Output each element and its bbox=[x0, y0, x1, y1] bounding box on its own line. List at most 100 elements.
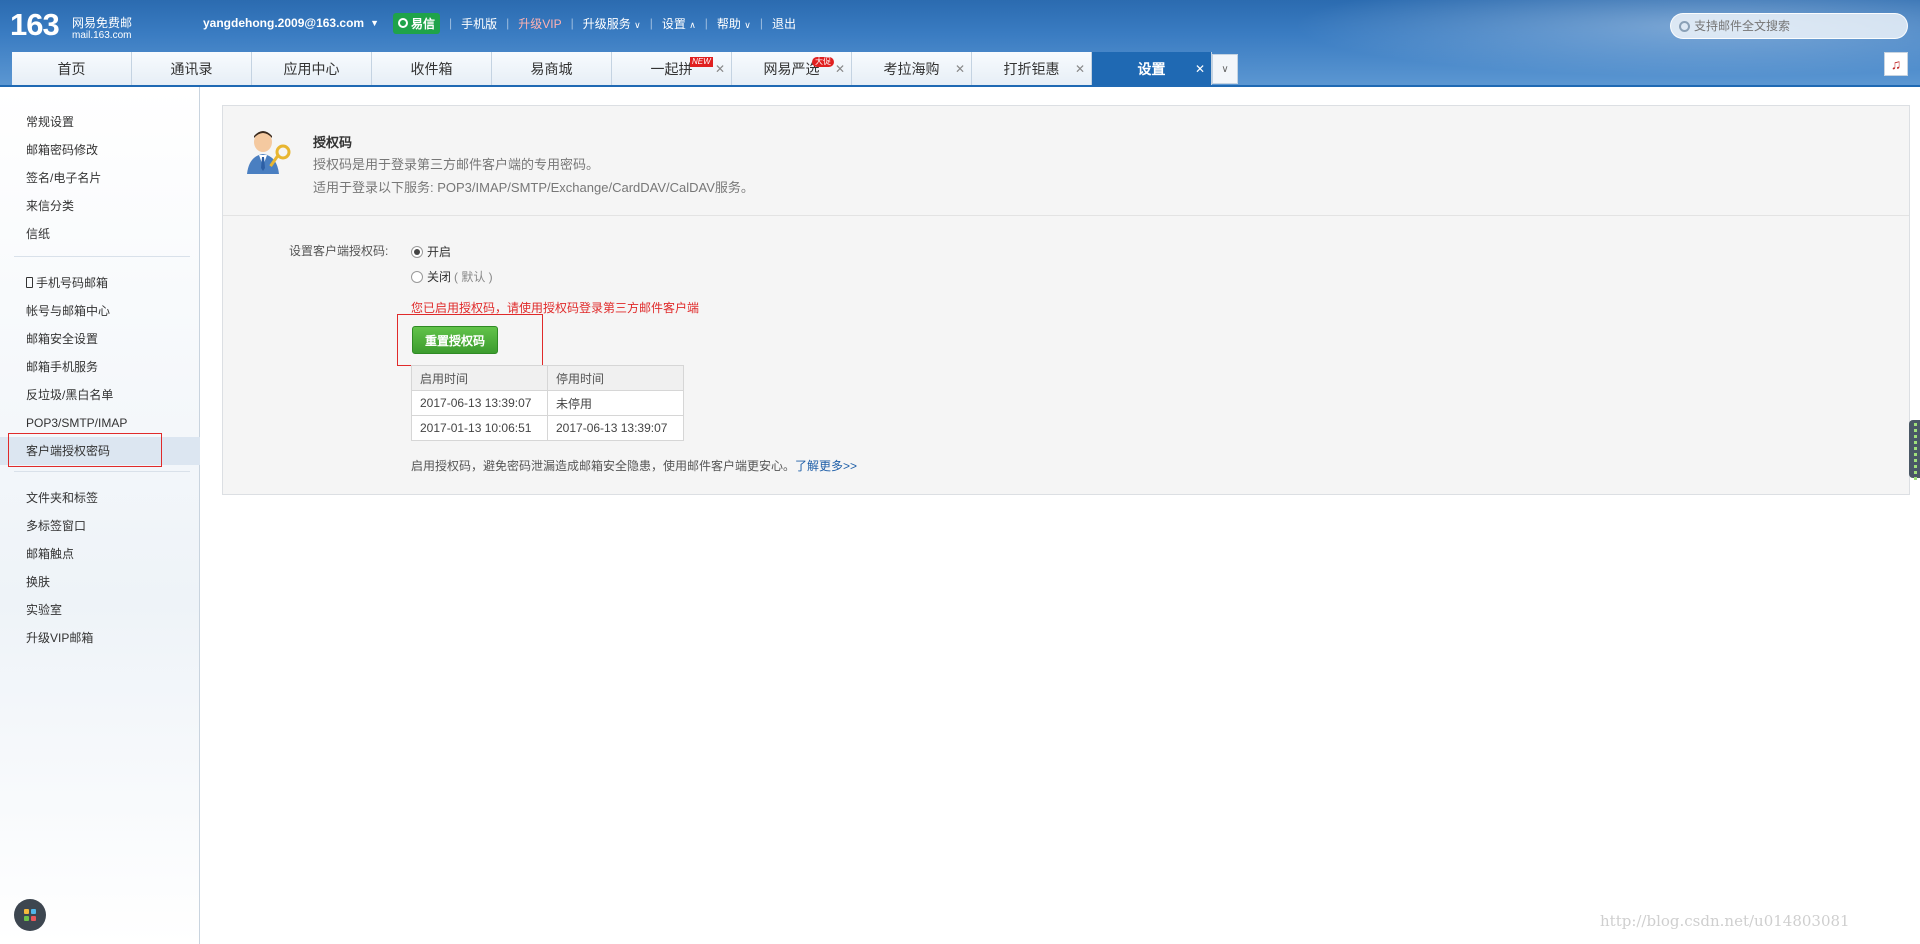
chevron-down-icon[interactable]: ▼ bbox=[370, 18, 379, 28]
sidebar-item-signature[interactable]: 签名/电子名片 bbox=[0, 164, 200, 192]
tab-label: 收件箱 bbox=[410, 61, 453, 77]
close-icon[interactable]: ✕ bbox=[1195, 62, 1205, 76]
radio-disable[interactable]: 关闭 ( 默认 ) bbox=[411, 268, 493, 285]
top-nav: yangdehong.2009@163.com ▼ 易信 | 手机版 | 升级V… bbox=[203, 12, 796, 34]
sidebar-item-account-center[interactable]: 帐号与邮箱中心 bbox=[0, 297, 200, 325]
tab-app-center[interactable]: 应用中心 bbox=[252, 52, 372, 86]
tab-discount[interactable]: 打折钜惠 ✕ bbox=[972, 52, 1092, 86]
sidebar-item-antispam[interactable]: 反垃圾/黑白名单 bbox=[0, 381, 200, 409]
sidebar-group-other: 文件夹和标签 多标签窗口 邮箱触点 换肤 实验室 升级VIP邮箱 bbox=[0, 484, 200, 652]
tab-label: 首页 bbox=[57, 61, 86, 77]
panel-description: 授权码是用于登录第三方邮件客户端的专用密码。 bbox=[313, 157, 600, 172]
tab-group-buy[interactable]: 一起拼 NEW ✕ bbox=[612, 52, 732, 86]
sidebar-item-general[interactable]: 常规设置 bbox=[0, 108, 200, 136]
chevron-down-icon: ∨ bbox=[744, 19, 751, 30]
highlight-box bbox=[8, 433, 162, 467]
sidebar-item-password[interactable]: 邮箱密码修改 bbox=[0, 136, 200, 164]
yixin-icon bbox=[398, 18, 409, 28]
sidebar-divider bbox=[14, 256, 190, 257]
radio-enable-control[interactable] bbox=[411, 245, 423, 258]
yixin-label: 易信 bbox=[411, 16, 436, 31]
tab-settings[interactable]: 设置 ✕ bbox=[1092, 52, 1212, 86]
radio-enable-label: 开启 bbox=[427, 245, 452, 259]
tab-yanxuan[interactable]: 网易严选 大促 ✕ bbox=[732, 52, 852, 86]
account-name[interactable]: yangdehong.2009@163.com bbox=[203, 16, 364, 30]
sidebar-item-folders[interactable]: 文件夹和标签 bbox=[0, 484, 200, 512]
close-icon[interactable]: ✕ bbox=[835, 62, 845, 76]
sidebar-group-general: 常规设置 邮箱密码修改 签名/电子名片 来信分类 信纸 bbox=[0, 108, 200, 248]
tab-label: 应用中心 bbox=[283, 61, 340, 77]
tab-label: 打折钜惠 bbox=[1003, 61, 1060, 77]
close-icon[interactable]: ✕ bbox=[955, 62, 965, 76]
sidebar-item-phone-service[interactable]: 邮箱手机服务 bbox=[0, 353, 200, 381]
settings-menu[interactable]: 设置 ∧ bbox=[662, 15, 696, 32]
chevron-up-icon: ∧ bbox=[689, 19, 696, 30]
help-menu[interactable]: 帮助 ∨ bbox=[717, 15, 751, 32]
apps-grid-icon bbox=[24, 909, 36, 921]
form-label: 设置客户端授权码: bbox=[289, 244, 389, 258]
tab-inbox[interactable]: 收件箱 bbox=[372, 52, 492, 86]
settings-sidebar: 常规设置 邮箱密码修改 签名/电子名片 来信分类 信纸 手机号码邮箱 帐号与邮箱… bbox=[0, 87, 200, 944]
music-icon[interactable]: ♫ bbox=[1884, 52, 1908, 76]
auth-history-table: 启用时间 停用时间 2017-06-13 13:39:07 未停用 2017-0… bbox=[411, 365, 684, 441]
disabled-time: 2017-06-13 13:39:07 bbox=[547, 415, 684, 441]
tab-home[interactable]: 首页 bbox=[12, 52, 132, 86]
sidebar-item-stationery[interactable]: 信纸 bbox=[0, 220, 200, 248]
sidebar-item-mail-filter[interactable]: 来信分类 bbox=[0, 192, 200, 220]
highlight-box: 重置授权码 bbox=[397, 314, 543, 366]
nav-separator: | bbox=[570, 16, 574, 30]
enabled-time: 2017-01-13 10:06:51 bbox=[411, 415, 548, 441]
sidebar-item-lab[interactable]: 实验室 bbox=[0, 596, 200, 624]
learn-more-link[interactable]: 了解更多>> bbox=[795, 459, 857, 473]
upgrade-service-menu[interactable]: 升级服务 ∨ bbox=[583, 15, 641, 32]
radio-disable-note: ( 默认 ) bbox=[454, 270, 493, 284]
enabled-time: 2017-06-13 13:39:07 bbox=[411, 390, 548, 416]
radio-disable-control[interactable] bbox=[411, 270, 423, 283]
search-box[interactable] bbox=[1670, 13, 1908, 39]
logo-domain: mail.163.com bbox=[72, 30, 132, 41]
yixin-button[interactable]: 易信 bbox=[393, 12, 441, 34]
sidebar-item-touchpoints[interactable]: 邮箱触点 bbox=[0, 540, 200, 568]
close-icon[interactable]: ✕ bbox=[715, 62, 725, 76]
sidebar-divider bbox=[14, 471, 190, 472]
tab-kaola[interactable]: 考拉海购 ✕ bbox=[852, 52, 972, 86]
search-icon bbox=[1679, 20, 1690, 32]
sidebar-item-multi-tab[interactable]: 多标签窗口 bbox=[0, 512, 200, 540]
panel-title: 授权码 bbox=[313, 135, 353, 150]
tab-label: 一起拼 bbox=[650, 61, 693, 77]
tab-mall[interactable]: 易商城 bbox=[492, 52, 612, 86]
logout-link[interactable]: 退出 bbox=[772, 15, 796, 32]
tab-label: 通讯录 bbox=[170, 61, 213, 77]
side-panel-handle[interactable] bbox=[1909, 420, 1920, 480]
search-input[interactable] bbox=[1694, 19, 1894, 33]
column-header-disabled: 停用时间 bbox=[547, 365, 684, 391]
sidebar-item-label: 手机号码邮箱 bbox=[36, 276, 109, 290]
sidebar-item-phone-mailbox[interactable]: 手机号码邮箱 bbox=[0, 269, 200, 297]
radio-enable[interactable]: 开启 bbox=[411, 243, 451, 260]
tab-label: 考拉海购 bbox=[883, 61, 940, 77]
upgrade-vip-link[interactable]: 升级VIP bbox=[518, 15, 561, 32]
chevron-down-icon: ∨ bbox=[634, 19, 641, 30]
tab-label: 易商城 bbox=[530, 61, 573, 77]
logo[interactable]: 163 网易免费邮 mail.163.com bbox=[10, 7, 132, 42]
tab-overflow-chevron-icon[interactable]: ∨ bbox=[1212, 54, 1238, 84]
new-badge: NEW bbox=[690, 57, 713, 67]
mobile-link[interactable]: 手机版 bbox=[461, 15, 497, 32]
disabled-time: 未停用 bbox=[547, 390, 684, 416]
logo-number: 163 bbox=[10, 7, 60, 42]
tab-label: 设置 bbox=[1137, 61, 1166, 77]
nav-separator: | bbox=[649, 16, 653, 30]
reset-auth-code-button[interactable]: 重置授权码 bbox=[412, 326, 498, 354]
tab-bar: 首页 通讯录 应用中心 收件箱 易商城 一起拼 NEW ✕ 网易严选 大促 ✕ … bbox=[12, 52, 1238, 86]
watermark: http://blog.csdn.net/u014803081 bbox=[1600, 912, 1850, 930]
close-icon[interactable]: ✕ bbox=[1075, 62, 1085, 76]
tab-contacts[interactable]: 通讯录 bbox=[132, 52, 252, 86]
header-divider bbox=[0, 85, 1920, 87]
column-header-enabled: 启用时间 bbox=[411, 365, 548, 391]
sidebar-item-security[interactable]: 邮箱安全设置 bbox=[0, 325, 200, 353]
app-launcher-button[interactable] bbox=[14, 899, 46, 931]
table-row: 2017-06-13 13:39:07 未停用 bbox=[411, 390, 684, 416]
sidebar-item-upgrade-vip[interactable]: 升级VIP邮箱 bbox=[0, 624, 200, 652]
sidebar-item-skin[interactable]: 换肤 bbox=[0, 568, 200, 596]
panel-services: 适用于登录以下服务: POP3/IMAP/SMTP/Exchange/CardD… bbox=[313, 180, 754, 195]
